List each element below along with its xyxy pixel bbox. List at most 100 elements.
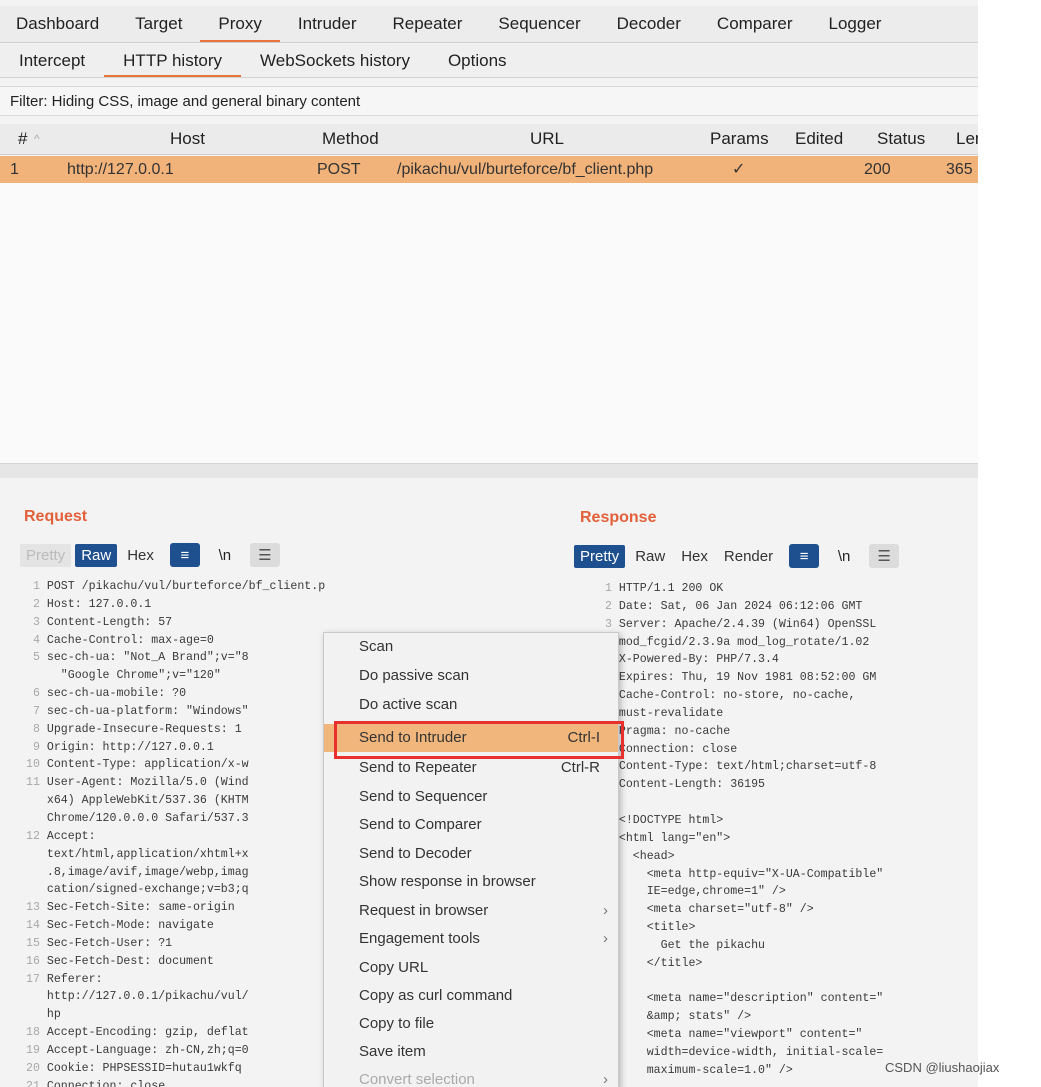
pane-splitter[interactable] <box>0 463 978 478</box>
column-header-host[interactable]: Host <box>170 124 205 154</box>
response-line-text: mod_fcgid/2.3.9a mod_log_rotate/1.02 <box>618 635 870 649</box>
response-newline-toggle-icon[interactable]: \n <box>829 544 859 568</box>
request-editor[interactable]: 1 POST /pikachu/vul/burteforce/bf_client… <box>26 578 326 1087</box>
request-raw-button[interactable]: Raw <box>75 543 118 567</box>
subtab-http-history[interactable]: HTTP history <box>104 44 242 77</box>
menu-item-label: Show response in browser <box>359 873 536 890</box>
request-line-number: 4 <box>26 633 47 647</box>
menu-item-copy-to-file[interactable]: Copy to file <box>324 1010 618 1038</box>
request-line: text/html,application/xhtml+x <box>26 846 326 864</box>
response-raw-button[interactable]: Raw <box>629 545 671 568</box>
menu-item-send-to-decoder[interactable]: Send to Decoder <box>324 840 618 868</box>
menu-item-copy-url[interactable]: Copy URL <box>324 954 618 982</box>
request-pretty-button[interactable]: Pretty <box>20 543 72 567</box>
tab-repeater[interactable]: Repeater <box>374 6 480 42</box>
request-line-text: Content-Length: 57 <box>46 615 173 629</box>
response-pretty-button[interactable]: Pretty <box>574 544 626 568</box>
newline-toggle-icon[interactable]: \n <box>210 543 240 567</box>
menu-icon[interactable]: ☰ <box>249 543 280 567</box>
response-line: Get the pikachu <box>598 937 978 955</box>
response-wrap-lines-icon[interactable]: ≡ <box>789 544 820 568</box>
menu-item-request-in-browser[interactable]: Request in browser › <box>324 897 618 925</box>
request-line: 9 Origin: http://127.0.0.1 <box>26 739 326 757</box>
request-line: http://127.0.0.1/pikachu/vul/ <box>26 988 326 1006</box>
response-line: <meta name="description" content=" <box>598 990 978 1008</box>
menu-item-send-to-comparer[interactable]: Send to Comparer <box>324 811 618 839</box>
response-line <box>598 973 978 991</box>
response-line: 3 Server: Apache/2.4.39 (Win64) OpenSSL <box>598 616 978 634</box>
menu-item-do-passive-scan[interactable]: Do passive scan <box>324 662 618 690</box>
request-line-text: Upgrade-Insecure-Requests: 1 <box>46 722 242 736</box>
request-line: "Google Chrome";v="120" <box>26 667 326 685</box>
column-header-status[interactable]: Status <box>877 124 925 154</box>
column-header-params[interactable]: Params <box>710 124 769 154</box>
request-line-number: 5 <box>26 651 47 665</box>
chevron-right-icon: › <box>603 1071 608 1087</box>
request-line-number: 6 <box>26 687 47 701</box>
response-menu-icon[interactable]: ☰ <box>869 544 900 568</box>
column-header-number[interactable]: # <box>18 124 27 154</box>
request-line: 8 Upgrade-Insecure-Requests: 1 <box>26 721 326 739</box>
request-line-text: User-Agent: Mozilla/5.0 (Wind <box>46 776 249 790</box>
subtab-websockets-history[interactable]: WebSockets history <box>241 44 429 77</box>
subtab-intercept[interactable]: Intercept <box>0 44 104 77</box>
response-line-text: X-Powered-By: PHP/7.3.4 <box>618 653 779 667</box>
response-editor[interactable]: 1 HTTP/1.1 200 OK 2 Date: Sat, 06 Jan 20… <box>598 580 978 1087</box>
table-row[interactable]: 1 http://127.0.0.1 POST /pikachu/vul/bur… <box>0 156 978 183</box>
request-line: 17 Referer: <box>26 971 326 989</box>
request-line-text: Sec-Fetch-Mode: navigate <box>46 919 214 933</box>
menu-item-label: Do active scan <box>359 696 458 713</box>
wrap-lines-icon[interactable]: ≡ <box>169 543 200 567</box>
request-line-text: Origin: http://127.0.0.1 <box>46 740 214 754</box>
menu-item-scan[interactable]: Scan <box>324 633 618 661</box>
request-line-text: Accept: <box>46 829 96 843</box>
request-line-number: 15 <box>26 936 47 950</box>
request-line-text: Accept-Encoding: gzip, deflat <box>46 1026 249 1040</box>
request-hex-button[interactable]: Hex <box>121 544 160 567</box>
menu-item-send-to-sequencer[interactable]: Send to Sequencer <box>324 783 618 811</box>
response-line: &amp; stats" /> <box>598 1008 978 1026</box>
response-line-text: <html lang="en"> <box>618 831 731 845</box>
response-line: <head> <box>598 848 978 866</box>
response-line: Content-Type: text/html;charset=utf-8 <box>598 758 978 776</box>
tab-target[interactable]: Target <box>117 6 200 42</box>
tab-dashboard[interactable]: Dashboard <box>0 6 117 42</box>
request-line: 18 Accept-Encoding: gzip, deflat <box>26 1024 326 1042</box>
menu-item-show-response-in-browser[interactable]: Show response in browser <box>324 868 618 896</box>
request-line-text: .8,image/avif,image/webp,imag <box>46 865 249 879</box>
menu-item-label: Send to Comparer <box>359 816 482 833</box>
menu-item-label: Scan <box>359 638 394 655</box>
menu-item-save-item[interactable]: Save item <box>324 1038 618 1066</box>
tab-sequencer[interactable]: Sequencer <box>480 6 598 42</box>
subtab-options[interactable]: Options <box>429 44 526 77</box>
tab-proxy[interactable]: Proxy <box>200 6 280 42</box>
menu-item-label: Convert selection <box>359 1071 475 1087</box>
filter-bar[interactable]: Filter: Hiding CSS, image and general bi… <box>0 86 978 116</box>
menu-item-engagement-tools[interactable]: Engagement tools › <box>324 925 618 953</box>
row-url: /pikachu/vul/burteforce/bf_client.php <box>397 161 654 178</box>
request-line-text: cation/signed-exchange;v=b3;q <box>46 883 249 897</box>
response-line: 2 Date: Sat, 06 Jan 2024 06:12:06 GMT <box>598 598 978 616</box>
tab-comparer[interactable]: Comparer <box>699 6 811 42</box>
column-header-method[interactable]: Method <box>322 124 379 154</box>
request-line-text: http://127.0.0.1/pikachu/vul/ <box>46 990 249 1004</box>
response-hex-button[interactable]: Hex <box>675 545 714 568</box>
request-line: Chrome/120.0.0.0 Safari/537.3 <box>26 810 326 828</box>
tab-decoder[interactable]: Decoder <box>599 6 699 42</box>
tab-logger[interactable]: Logger <box>811 6 900 42</box>
column-header-edited[interactable]: Edited <box>795 124 843 154</box>
tab-intruder[interactable]: Intruder <box>280 6 375 42</box>
response-line-text: <head> <box>618 849 675 863</box>
proxy-sub-tab-bar: Intercept HTTP history WebSockets histor… <box>0 44 978 78</box>
menu-item-label: Save item <box>359 1043 426 1060</box>
menu-item-copy-as-curl-command[interactable]: Copy as curl command <box>324 982 618 1010</box>
menu-item-convert-selection[interactable]: Convert selection › <box>324 1066 618 1087</box>
response-line: </title> <box>598 955 978 973</box>
column-header-url[interactable]: URL <box>530 124 564 154</box>
menu-item-do-active-scan[interactable]: Do active scan <box>324 691 618 719</box>
response-line-text: Server: Apache/2.4.39 (Win64) OpenSSL <box>618 617 877 631</box>
burp-window: Dashboard Target Proxy Intruder Repeater… <box>0 0 978 1087</box>
response-render-button[interactable]: Render <box>718 545 779 568</box>
column-header-length[interactable]: Len <box>956 124 978 154</box>
response-line: <meta name="viewport" content=" <box>598 1026 978 1044</box>
